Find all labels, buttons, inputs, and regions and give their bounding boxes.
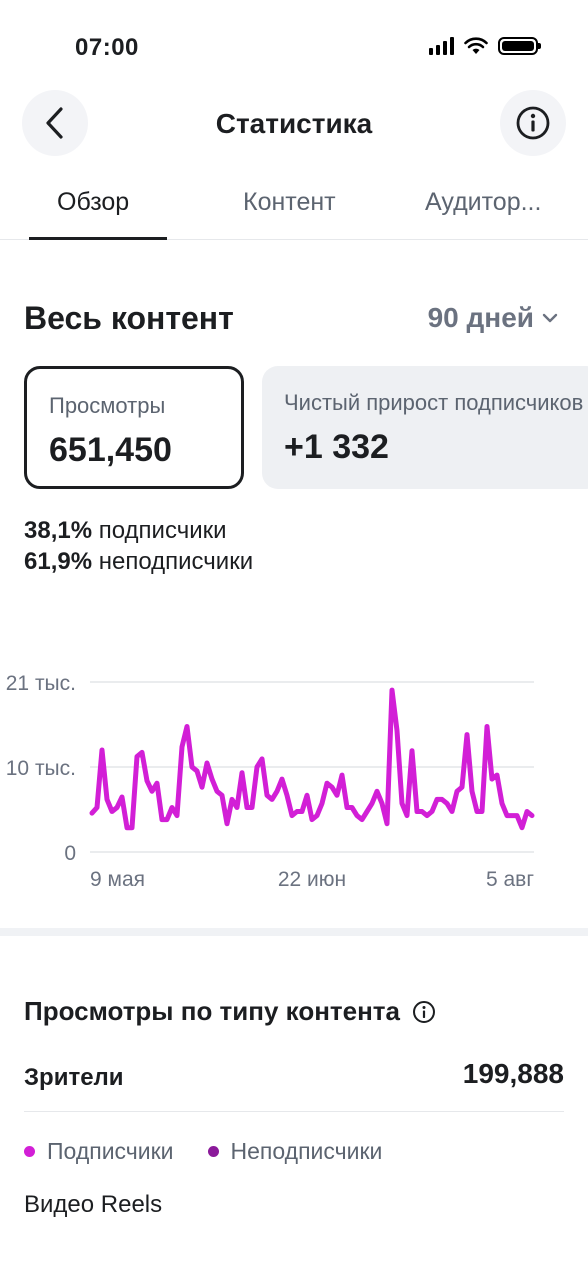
status-icons — [429, 37, 541, 55]
chevron-down-icon — [542, 313, 558, 323]
audience-share: 38,1% подписчики 61,9% неподписчики — [24, 515, 253, 577]
legend-item-non-followers: Неподписчики — [207, 1138, 383, 1165]
tab-audience[interactable]: Аудитор... — [425, 188, 541, 217]
share-non-followers: 61,9% неподписчики — [24, 548, 254, 575]
legend-label: Подписчики — [47, 1138, 174, 1164]
views-card[interactable]: Просмотры 651,450 — [24, 366, 244, 489]
views-line-chart: 21 тыс. 10 тыс. 0 9 мая 22 июн 5 авг — [6, 672, 535, 891]
x-tick-label: 9 мая — [90, 868, 145, 891]
series-line — [89, 687, 535, 831]
period-selector[interactable]: 90 дней — [428, 302, 558, 334]
battery-icon — [498, 37, 541, 55]
y-tick-label: 0 — [64, 842, 76, 865]
viewers-value: 199,888 — [462, 1058, 564, 1089]
signal-icon — [429, 37, 454, 55]
info-button[interactable] — [500, 90, 566, 156]
follower-growth-card-label: Чистый прирост подписчиков — [284, 390, 584, 415]
follower-growth-card-value: +1 332 — [284, 428, 389, 466]
status-time: 07:00 — [75, 34, 139, 61]
legend-item-followers: Подписчики — [24, 1138, 174, 1165]
header: Статистика — [0, 90, 588, 158]
follower-growth-card[interactable]: Чистый прирост подписчиков +1 332 — [262, 366, 588, 489]
active-tab-indicator — [29, 237, 167, 240]
content-type-title-text: Просмотры по типу контента — [24, 996, 400, 1026]
views-card-value: 651,450 — [49, 431, 172, 469]
info-icon — [516, 106, 550, 140]
views-card-label: Просмотры — [49, 393, 166, 418]
x-tick-label: 5 авг — [486, 868, 534, 891]
x-tick-label: 22 июн — [278, 868, 346, 891]
legend-dot — [207, 1146, 219, 1157]
viewers-row: Зрители 199,888 — [24, 1058, 564, 1112]
wifi-icon — [464, 37, 488, 54]
y-tick-label: 21 тыс. — [6, 672, 76, 695]
content-type-title: Просмотры по типу контента — [24, 996, 436, 1027]
section-title: Весь контент — [24, 300, 234, 336]
share-followers: 38,1% подписчики — [24, 517, 227, 544]
reels-category-label: Видео Reels — [24, 1191, 163, 1218]
viewers-label: Зрители — [24, 1064, 124, 1091]
y-tick-label: 10 тыс. — [6, 757, 76, 780]
legend-dot — [24, 1146, 35, 1157]
tab-overview[interactable]: Обзор — [57, 188, 129, 217]
period-label: 90 дней — [427, 302, 534, 333]
tab-bar: Обзор Контент Аудитор... — [0, 178, 588, 240]
legend: Подписчики Неподписчики — [24, 1138, 382, 1165]
legend-label: Неподписчики — [230, 1138, 383, 1164]
info-icon[interactable] — [412, 1000, 436, 1024]
status-bar: 07:00 — [0, 0, 588, 90]
section-divider — [0, 928, 588, 936]
tab-content[interactable]: Контент — [243, 188, 336, 217]
